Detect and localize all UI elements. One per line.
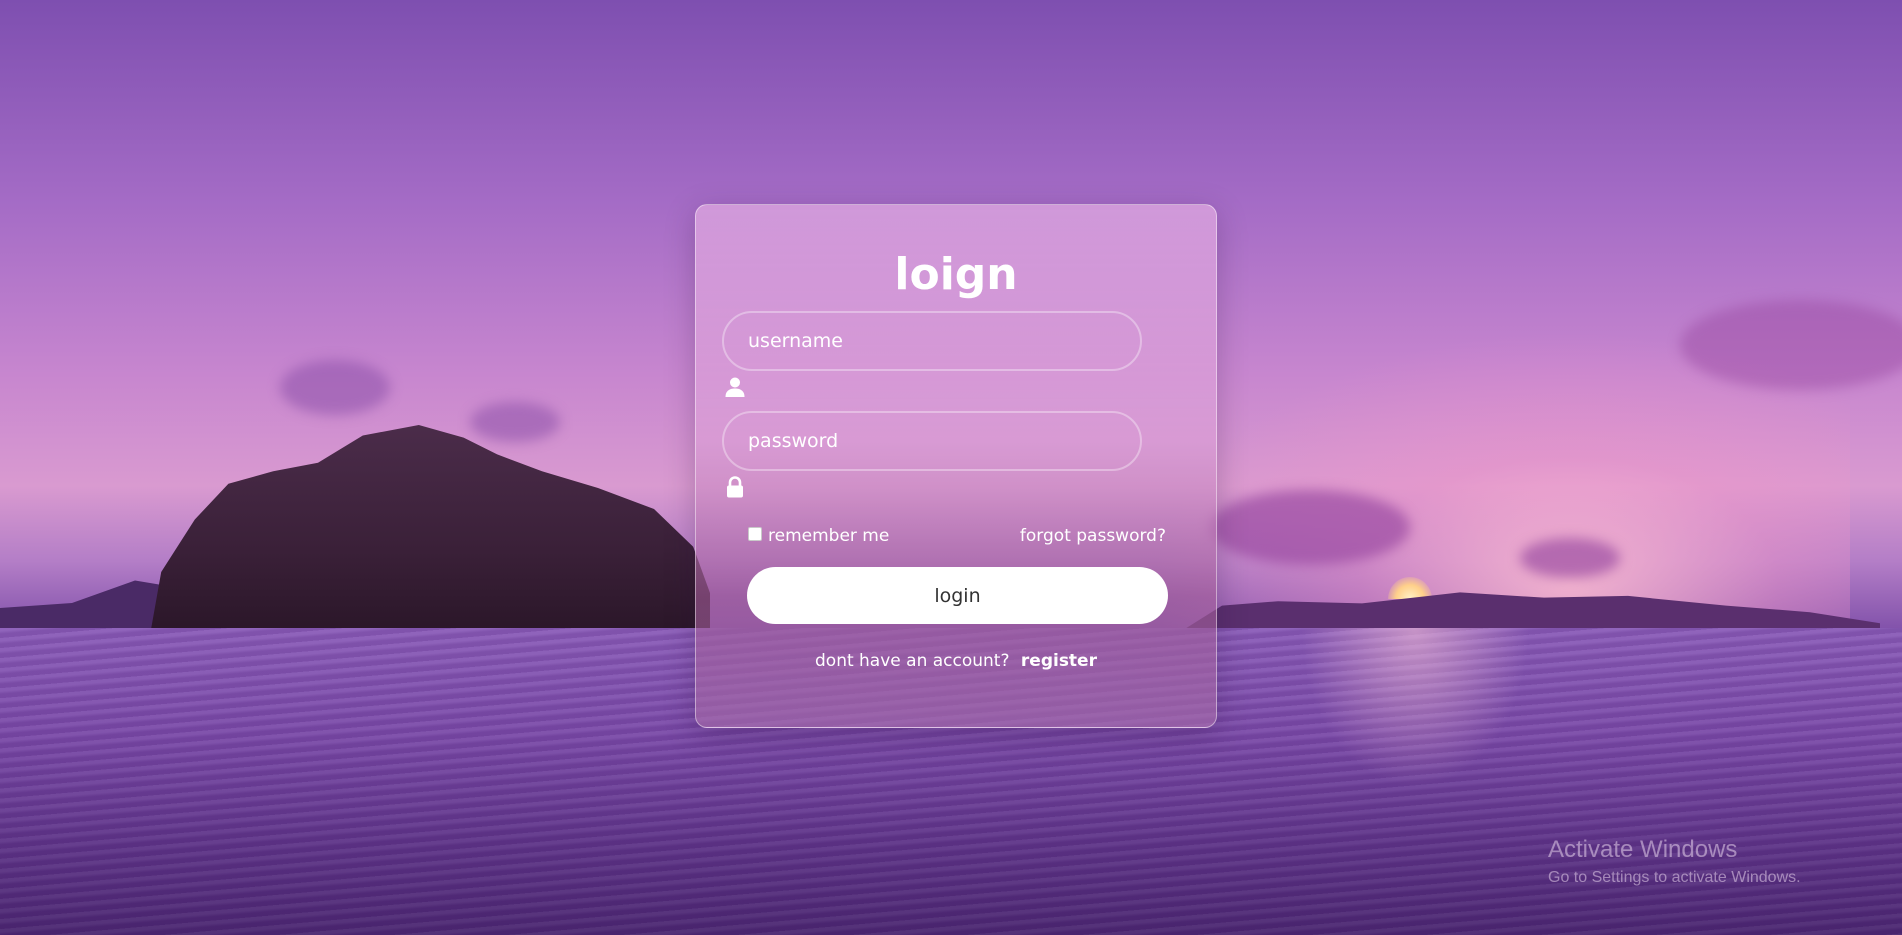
cloud — [470, 402, 560, 442]
cloud — [1210, 490, 1410, 565]
forgot-password-link[interactable]: forgot password? — [1020, 526, 1166, 546]
sea-reflection — [1300, 628, 1530, 788]
watermark-title: Activate Windows — [1548, 836, 1738, 863]
password-input[interactable] — [722, 411, 1142, 471]
remember-me[interactable]: remember me — [748, 526, 889, 546]
login-card: loign remember me forgot password? login… — [695, 204, 1217, 728]
cloud — [280, 360, 390, 415]
activate-windows-watermark: Activate Windows Go to Settings to activ… — [1548, 836, 1801, 888]
remember-label: remember me — [768, 526, 890, 546]
register-link[interactable]: register — [1021, 651, 1097, 671]
register-row: dont have an account? register — [696, 651, 1216, 671]
remember-checkbox[interactable] — [748, 527, 762, 541]
user-icon — [724, 376, 746, 398]
rocky-island — [150, 425, 710, 635]
login-page: loign remember me forgot password? login… — [0, 0, 1902, 935]
login-button[interactable]: login — [747, 567, 1168, 624]
cloud — [1520, 538, 1620, 578]
lock-icon — [724, 476, 746, 498]
watermark-subtitle: Go to Settings to activate Windows. — [1548, 869, 1801, 886]
form-title: loign — [894, 249, 1018, 300]
register-prompt: dont have an account? — [815, 651, 1010, 671]
username-input[interactable] — [722, 311, 1142, 371]
